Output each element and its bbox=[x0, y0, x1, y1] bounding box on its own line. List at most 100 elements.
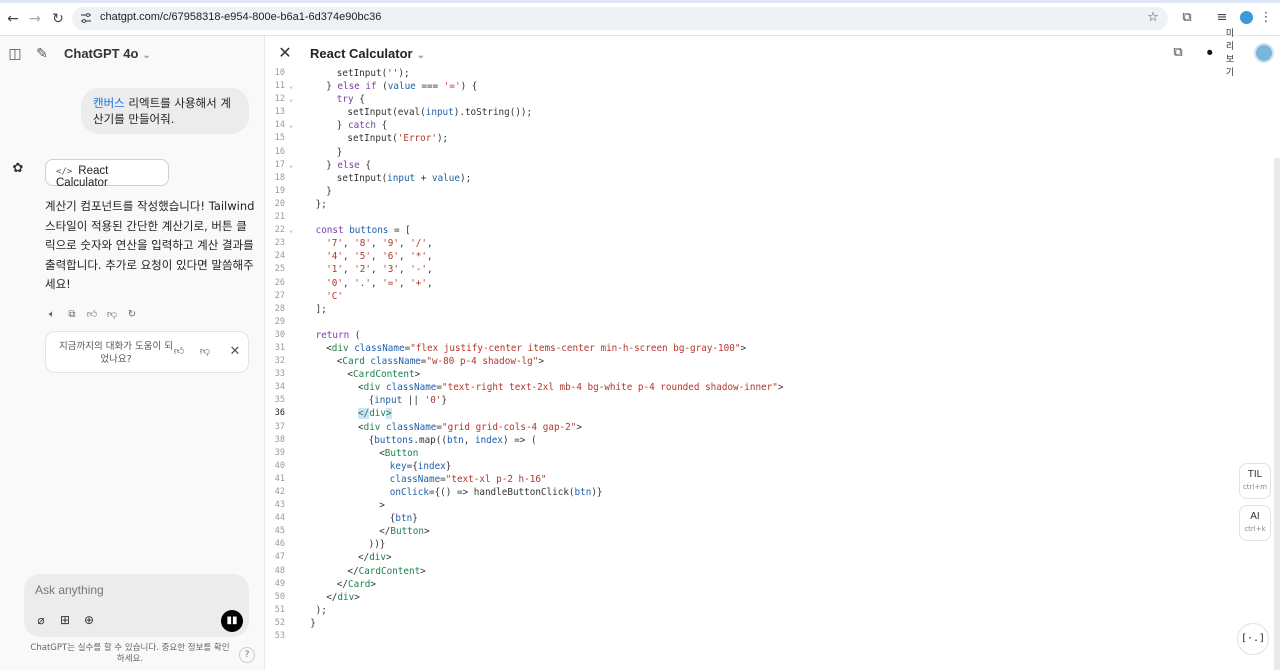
copy-code-icon[interactable]: ⧉ bbox=[1170, 45, 1186, 61]
scrollbar-track[interactable] bbox=[1274, 158, 1280, 670]
voice-mode-icon[interactable]: ▮▮ bbox=[221, 610, 243, 632]
code-line[interactable]: 10 setInput(''); bbox=[265, 67, 1225, 80]
line-number: 44 bbox=[274, 513, 285, 524]
feedback-thumbs-up-icon[interactable]: 👍︎ bbox=[172, 345, 186, 359]
code-line[interactable]: 17 ⌄} else { bbox=[265, 159, 1225, 172]
code-line[interactable]: 51); bbox=[265, 604, 1225, 617]
fold-chevron-icon[interactable]: ⌄ bbox=[289, 93, 297, 106]
user-avatar[interactable] bbox=[1254, 43, 1274, 63]
feedback-thumbs-down-icon[interactable]: 👎︎ bbox=[198, 345, 212, 359]
read-aloud-icon[interactable]: 🔈︎ bbox=[45, 308, 59, 322]
tools-icon[interactable]: ⊞ bbox=[58, 613, 72, 627]
code-line[interactable]: 33 <CardContent> bbox=[265, 368, 1225, 381]
forward-icon[interactable]: → bbox=[26, 10, 44, 28]
code-line[interactable]: 19} bbox=[265, 185, 1225, 198]
code-line[interactable]: 21 bbox=[265, 211, 1225, 224]
bookmark-star-icon[interactable]: ☆ bbox=[1145, 10, 1161, 26]
code-text: <CardContent> bbox=[347, 369, 421, 381]
code-line[interactable]: 45 </Button> bbox=[265, 525, 1225, 538]
code-line[interactable]: 48 </CardContent> bbox=[265, 565, 1225, 578]
code-line[interactable]: 24 '4', '5', '6', '*', bbox=[265, 250, 1225, 263]
code-line[interactable]: 15 setInput('Error'); bbox=[265, 132, 1225, 145]
regenerate-icon[interactable]: ↻ bbox=[125, 308, 139, 322]
code-line[interactable]: 43 > bbox=[265, 499, 1225, 512]
web-search-icon[interactable]: ⊕ bbox=[82, 613, 96, 627]
code-line[interactable]: 47 </div> bbox=[265, 551, 1225, 564]
code-editor[interactable]: 10 setInput(''); 11 ⌄} else if (value === '… bbox=[265, 67, 1225, 643]
code-line[interactable]: 12 ⌄ try { bbox=[265, 93, 1225, 106]
composer-input[interactable]: Ask anything bbox=[35, 583, 104, 597]
thumbs-down-icon[interactable]: 👎︎ bbox=[105, 308, 119, 322]
line-number: 34 bbox=[274, 382, 285, 393]
code-line[interactable]: 39 <Button bbox=[265, 447, 1225, 460]
site-settings-icon[interactable] bbox=[80, 12, 92, 24]
fold-chevron-icon[interactable]: ⌄ bbox=[289, 119, 297, 132]
close-canvas-icon[interactable]: ✕ bbox=[277, 45, 293, 61]
code-line[interactable]: 41 className="text-xl p-2 h-16" bbox=[265, 473, 1225, 486]
code-line[interactable]: 35 {input || '0'} bbox=[265, 394, 1225, 407]
copy-icon[interactable]: ⧉ bbox=[65, 308, 79, 322]
code-line[interactable]: 50 </div> bbox=[265, 591, 1225, 604]
canvas-mention[interactable]: 캔버스 bbox=[93, 96, 125, 110]
fold-chevron-icon[interactable]: ⌄ bbox=[289, 159, 297, 172]
fold-chevron-icon[interactable]: ⌄ bbox=[289, 80, 297, 93]
code-line[interactable]: 22 ⌄ const buttons = [ bbox=[265, 224, 1225, 237]
new-chat-icon[interactable]: ✎ bbox=[33, 45, 51, 63]
canvas-title[interactable]: React Calculator ⌄ bbox=[310, 46, 425, 61]
code-text: key={index} bbox=[389, 460, 452, 472]
code-line[interactable]: 34 <div className="text-right text-2xl mb… bbox=[265, 381, 1225, 394]
til-button[interactable]: TIL ctrl+m bbox=[1239, 463, 1271, 499]
code-text: onClick={() => handleButtonClick(btn)} bbox=[389, 487, 603, 498]
model-selector[interactable]: ChatGPT 4o ⌄ bbox=[64, 46, 151, 61]
code-line[interactable]: 36 </div> bbox=[265, 407, 1225, 420]
code-line[interactable]: 20}; bbox=[265, 198, 1225, 211]
ai-button[interactable]: AI ctrl+k bbox=[1239, 505, 1271, 541]
code-line[interactable]: 26 '0', '.', '=', '+', bbox=[265, 277, 1225, 290]
code-line[interactable]: 49 </Card> bbox=[265, 578, 1225, 591]
chevron-down-icon: ⌄ bbox=[416, 50, 425, 61]
fold-chevron-icon[interactable]: ⌄ bbox=[289, 224, 297, 237]
help-icon[interactable]: ? bbox=[239, 647, 255, 663]
extensions-icon[interactable]: ⧉ bbox=[1179, 10, 1195, 26]
code-line[interactable]: 44 {btn} bbox=[265, 512, 1225, 525]
code-line[interactable]: 46))} bbox=[265, 538, 1225, 551]
line-number: 46 bbox=[274, 539, 285, 550]
feedback-close-icon[interactable]: ✕ bbox=[228, 345, 242, 359]
code-line[interactable]: 11 ⌄} else if (value === '=') { bbox=[265, 80, 1225, 93]
run-preview-icon[interactable]: ⏺ bbox=[1207, 46, 1221, 60]
composer[interactable]: Ask anything ⌀ ⊞ ⊕ ▮▮ bbox=[24, 574, 249, 637]
code-line[interactable]: 52} bbox=[265, 617, 1225, 630]
feedback-card: 지금까지의 대화가 도움이 되었나요? 👍︎ 👎︎ ✕ bbox=[45, 331, 249, 373]
reload-icon[interactable]: ↻ bbox=[49, 10, 67, 28]
code-line[interactable]: 16} bbox=[265, 146, 1225, 159]
code-line[interactable]: 25 '1', '2', '3', '-', bbox=[265, 263, 1225, 276]
open-canvas-button[interactable]: </> React Calculator bbox=[45, 159, 169, 189]
profile-avatar-icon[interactable] bbox=[1238, 10, 1254, 26]
attach-icon[interactable]: ⌀ bbox=[34, 613, 48, 627]
media-control-icon[interactable]: ≡ bbox=[1214, 10, 1230, 26]
thumbs-up-icon[interactable]: 👍︎ bbox=[85, 308, 99, 322]
code-line[interactable]: 31 <div className="flex justify-center it… bbox=[265, 342, 1225, 355]
code-line[interactable]: 28]; bbox=[265, 303, 1225, 316]
code-line[interactable]: 37 <div className="grid grid-cols-4 gap-2… bbox=[265, 421, 1225, 434]
line-number: 48 bbox=[274, 565, 285, 576]
back-icon[interactable]: ← bbox=[4, 10, 22, 28]
code-line[interactable]: 40 key={index} bbox=[265, 460, 1225, 473]
code-line[interactable]: 18 setInput(input + value); bbox=[265, 172, 1225, 185]
code-line[interactable]: 23 '7', '8', '9', '/', bbox=[265, 237, 1225, 250]
code-line[interactable]: 29 bbox=[265, 316, 1225, 329]
code-line[interactable]: 30 return ( bbox=[265, 329, 1225, 342]
code-line[interactable]: 14 ⌄} catch { bbox=[265, 119, 1225, 132]
code-line[interactable]: 53 bbox=[265, 630, 1225, 643]
code-text: </div> bbox=[358, 552, 392, 564]
code-line[interactable]: 38 {buttons.map((btn, index) => ( bbox=[265, 434, 1225, 447]
code-line[interactable]: 13 setInput(eval(input).toString()); bbox=[265, 106, 1225, 119]
browser-menu-icon[interactable]: ⋮ bbox=[1258, 10, 1274, 26]
preview-label[interactable]: 미리보기 bbox=[1225, 28, 1235, 80]
sidebar-toggle-icon[interactable]: ◫ bbox=[6, 45, 24, 63]
code-line[interactable]: 27 'C' bbox=[265, 290, 1225, 303]
code-actions-button[interactable]: [·.] bbox=[1237, 623, 1269, 655]
code-line[interactable]: 42 onClick={() => handleButtonClick(btn)} bbox=[265, 486, 1225, 499]
url-text[interactable]: chatgpt.com/c/67958318-e954-800e-b6a1-6d… bbox=[100, 11, 381, 23]
code-line[interactable]: 32 <Card className="w-80 p-4 shadow-lg"> bbox=[265, 355, 1225, 368]
